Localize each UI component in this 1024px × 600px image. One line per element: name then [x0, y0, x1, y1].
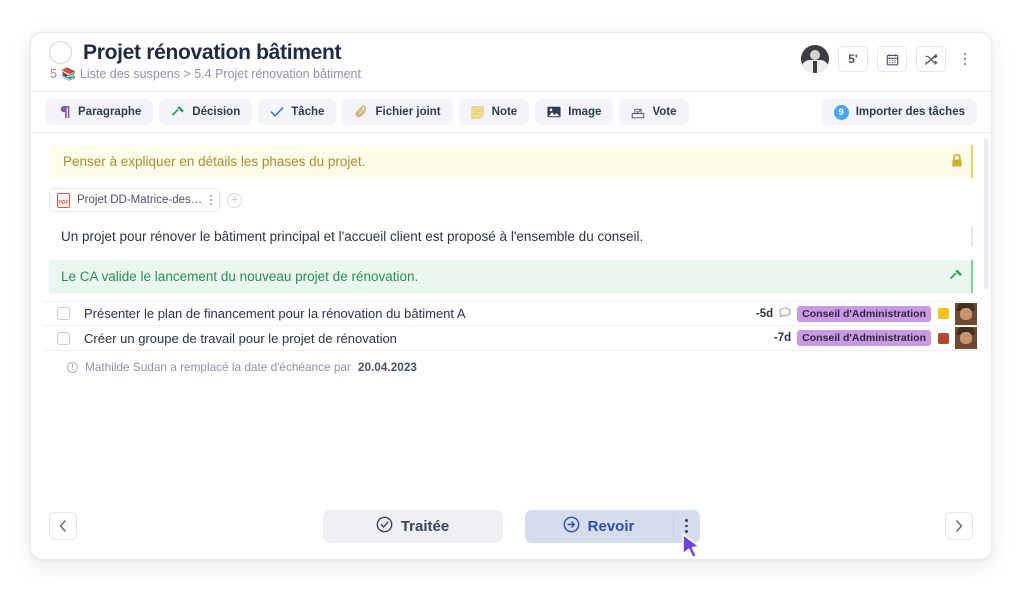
- header-actions: 5': [801, 45, 975, 73]
- comment-icon[interactable]: [779, 306, 791, 321]
- check-icon: [270, 106, 284, 118]
- breadcrumb-path: Liste des suspens > 5.4 Projet rénovatio…: [79, 67, 361, 82]
- history-line: ! Mathilde Sudan a remplacé la date d'éc…: [45, 351, 977, 374]
- task-label: Présenter le plan de financement pour la…: [84, 306, 466, 321]
- decision-block[interactable]: Le CA valide le lancement du nouveau pro…: [49, 260, 973, 293]
- task-due-date: -7d: [773, 332, 792, 344]
- pilcrow-icon: [57, 105, 71, 119]
- vertical-scrollbar[interactable]: [984, 139, 988, 289]
- toolbar-button-decision[interactable]: Décision: [159, 99, 253, 125]
- more-vertical-icon: [685, 518, 688, 534]
- revoir-menu-button[interactable]: [674, 518, 700, 534]
- import-tasks-label: Importer des tâches: [855, 106, 965, 118]
- attachment-row: PDF Projet DD-Matrice-des… +: [45, 178, 977, 222]
- traitee-label: Traitée: [400, 517, 450, 535]
- content-toolbar: Paragraphe Décision Tâche Fichier joint …: [31, 91, 991, 133]
- traitee-button[interactable]: Traitée: [322, 509, 503, 543]
- header-left: Projet rénovation bâtiment 5 📚 Liste des…: [49, 41, 361, 81]
- title-row: Projet rénovation bâtiment: [49, 41, 361, 65]
- import-tasks-badge: 9: [833, 104, 849, 120]
- sticky-note-icon: [471, 105, 485, 119]
- toolbar-button-note[interactable]: Note: [458, 99, 530, 125]
- task-label: Créer un groupe de travail pour le proje…: [84, 330, 397, 346]
- history-date: 20.04.2023: [357, 360, 417, 374]
- avatar[interactable]: [955, 302, 977, 325]
- avatar-tie: [813, 61, 817, 73]
- revoir-label: Revoir: [587, 517, 635, 535]
- ballot-box-icon: [631, 106, 645, 119]
- revoir-button[interactable]: Revoir: [525, 510, 673, 543]
- task-list: Présenter le plan de financement pour la…: [45, 301, 977, 351]
- toolbar-label: Vote: [652, 106, 677, 118]
- plus-circle-icon[interactable]: +: [227, 192, 243, 208]
- decision-text: Le CA valide le lancement du nouveau pro…: [61, 269, 419, 284]
- app-root: Projet rénovation bâtiment 5 📚 Liste des…: [0, 0, 1024, 600]
- more-vertical-icon[interactable]: [210, 195, 213, 205]
- toolbar-button-paragraphe[interactable]: Paragraphe: [45, 99, 154, 125]
- image-icon: [547, 106, 561, 118]
- toolbar-label: Tâche: [291, 106, 325, 118]
- table-row[interactable]: Créer un groupe de travail pour le proje…: [45, 326, 977, 351]
- decision-edge-accent: [970, 260, 973, 293]
- pdf-label: PDF: [58, 199, 69, 206]
- lock-icon: [951, 153, 963, 170]
- timer-button[interactable]: 5': [838, 46, 868, 72]
- import-tasks-button[interactable]: 9 Importer des tâches: [821, 99, 977, 125]
- file-name: Projet DD-Matrice-des…: [77, 194, 203, 206]
- detail-card: Projet rénovation bâtiment 5 📚 Liste des…: [30, 32, 992, 560]
- table-row[interactable]: Présenter le plan de financement pour la…: [45, 301, 977, 326]
- avatar[interactable]: [955, 327, 977, 349]
- status-badge: Conseil d'Administration: [797, 305, 931, 322]
- note-block[interactable]: Penser à expliquer en détails les phases…: [49, 145, 973, 178]
- content-body: Penser à expliquer en détails les phases…: [31, 133, 991, 493]
- toolbar-button-image[interactable]: Image: [535, 99, 614, 125]
- note-edge-accent: [970, 145, 973, 178]
- toolbar-button-fichier-joint[interactable]: Fichier joint: [342, 99, 453, 125]
- toolbar-label: Décision: [192, 106, 241, 118]
- task-due-date: -5d: [755, 307, 774, 320]
- calendar-icon[interactable]: [877, 46, 907, 72]
- next-button[interactable]: [945, 512, 973, 540]
- arrow-circle-right-icon: [563, 516, 580, 537]
- paragraph-edge-accent: [971, 226, 973, 247]
- task-checkbox[interactable]: [57, 307, 70, 320]
- more-vertical-icon[interactable]: [955, 46, 975, 72]
- note-text: Penser à expliquer en détails les phases…: [63, 154, 366, 169]
- toolbar-button-vote[interactable]: Vote: [619, 99, 689, 125]
- breadcrumb[interactable]: 5 📚 Liste des suspens > 5.4 Projet rénov…: [50, 67, 361, 81]
- toolbar-label: Paragraphe: [78, 106, 142, 118]
- toolbar-button-tache[interactable]: Tâche: [258, 99, 337, 125]
- books-icon: 📚: [60, 67, 76, 82]
- toolbar-label: Fichier joint: [375, 106, 441, 118]
- paperclip-icon: [354, 105, 368, 119]
- paragraph-block[interactable]: Un projet pour rénover le bâtiment princ…: [49, 222, 973, 251]
- pdf-file-icon: PDF: [57, 192, 70, 208]
- avatar-head: [810, 50, 820, 60]
- history-text: Mathilde Sudan a remplacé la date d'éché…: [85, 360, 351, 374]
- card-footer: Traitée Revoir: [31, 493, 991, 559]
- footer-actions: Traitée Revoir: [77, 509, 945, 543]
- info-icon: !: [67, 361, 78, 373]
- shuffle-off-icon[interactable]: [916, 46, 946, 72]
- breadcrumb-number: 5: [50, 67, 57, 82]
- paragraph-text: Un projet pour rénover le bâtiment princ…: [61, 229, 644, 244]
- gavel-icon: [949, 268, 963, 285]
- task-color-square: [938, 332, 949, 344]
- revoir-button-group: Revoir: [524, 509, 700, 543]
- task-color-square: [938, 308, 949, 319]
- avatar[interactable]: [801, 45, 829, 73]
- gavel-icon: [171, 105, 185, 119]
- file-chip[interactable]: PDF Projet DD-Matrice-des…: [49, 188, 221, 212]
- prev-button[interactable]: [49, 512, 77, 540]
- task-checkbox[interactable]: [57, 331, 70, 345]
- card-header: Projet rénovation bâtiment 5 📚 Liste des…: [31, 33, 991, 91]
- toolbar-label: Note: [491, 106, 518, 118]
- check-circle-icon: [376, 516, 393, 537]
- page-title: Projet rénovation bâtiment: [83, 41, 342, 64]
- status-badge: Conseil d'Administration: [797, 330, 931, 346]
- toolbar-label: Image: [568, 106, 602, 118]
- circle-outline-icon[interactable]: [49, 41, 72, 65]
